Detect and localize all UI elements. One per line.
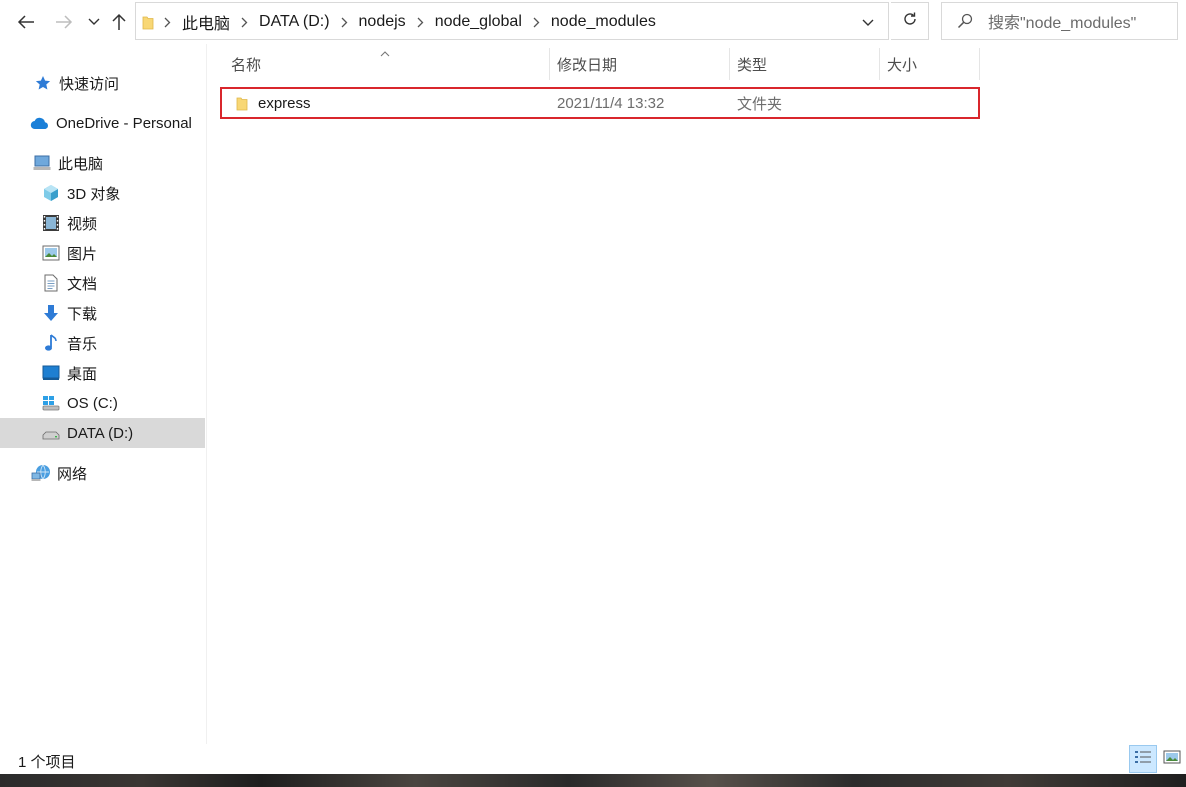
sidebar-item-label: 下载 <box>67 305 98 323</box>
chevron-right-icon[interactable] <box>529 17 544 28</box>
column-header-label: 类型 <box>737 56 768 74</box>
table-row[interactable]: express 2021/11/4 13:32 文件夹 <box>220 87 980 119</box>
sidebar-item-label: 文档 <box>67 275 98 293</box>
sidebar-item-label: 3D 对象 <box>67 185 121 203</box>
column-header-label: 大小 <box>887 56 918 74</box>
sidebar-item-quick-access[interactable]: 快速访问 <box>0 68 205 98</box>
forward-arrow-icon <box>55 14 73 30</box>
large-icons-view-icon <box>1163 749 1181 769</box>
navigation-pane: 快速访问 OneDrive - Personal 此电脑 3D 对象 视频 图片 <box>0 44 206 744</box>
breadcrumb-item[interactable]: node_modules <box>544 13 663 31</box>
sidebar-item-3d-objects[interactable]: 3D 对象 <box>0 178 205 208</box>
column-header-name[interactable]: 名称 <box>223 48 549 80</box>
computer-icon <box>32 153 52 173</box>
sidebar-item-documents[interactable]: 文档 <box>0 268 205 298</box>
pane-divider[interactable] <box>206 44 207 744</box>
column-header-type[interactable]: 类型 <box>729 48 879 80</box>
breadcrumb-item[interactable]: nodejs <box>352 13 413 31</box>
breadcrumb-item[interactable]: 此电脑 <box>175 10 237 34</box>
sidebar-item-label: 视频 <box>67 215 98 233</box>
sidebar-item-desktop[interactable]: 桌面 <box>0 358 205 388</box>
picture-icon <box>41 243 61 263</box>
music-note-icon <box>41 333 61 353</box>
drive-icon <box>41 423 61 443</box>
column-divider[interactable] <box>979 48 980 80</box>
back-arrow-icon <box>17 14 35 30</box>
star-icon <box>33 73 53 93</box>
back-button[interactable] <box>12 8 40 36</box>
chevron-down-icon <box>862 14 874 31</box>
sidebar-item-label: 桌面 <box>67 365 98 383</box>
chevron-right-icon[interactable] <box>237 17 252 28</box>
sidebar-item-downloads[interactable]: 下载 <box>0 298 205 328</box>
sidebar-item-data-d[interactable]: DATA (D:) <box>0 418 205 448</box>
large-icons-view-button[interactable] <box>1158 745 1186 773</box>
sidebar-item-music[interactable]: 音乐 <box>0 328 205 358</box>
document-icon <box>41 273 61 293</box>
status-item-count: 1 个项目 <box>18 754 76 771</box>
sidebar-item-label: OS (C:) <box>67 394 118 412</box>
download-arrow-icon <box>41 303 61 323</box>
network-icon <box>31 463 51 483</box>
windows-drive-icon <box>41 393 61 413</box>
sidebar-item-this-pc[interactable]: 此电脑 <box>0 148 205 178</box>
folder-icon <box>236 95 248 111</box>
recent-locations-button[interactable] <box>84 8 104 36</box>
file-type: 文件夹 <box>737 95 783 113</box>
navigation-bar: 此电脑 DATA (D:) nodejs node_global node_mo… <box>0 0 1186 44</box>
breadcrumb: 此电脑 DATA (D:) nodejs node_global node_mo… <box>160 3 663 41</box>
sidebar-item-onedrive[interactable]: OneDrive - Personal <box>0 108 205 138</box>
forward-button[interactable] <box>50 8 78 36</box>
search-icon <box>942 13 988 29</box>
film-icon <box>41 213 61 233</box>
breadcrumb-item[interactable]: node_global <box>428 13 529 31</box>
search-placeholder: 搜索"node_modules" <box>988 15 1137 32</box>
desktop-background-strip <box>0 774 1186 787</box>
chevron-right-icon[interactable] <box>413 17 428 28</box>
sidebar-item-label: 音乐 <box>67 335 98 353</box>
sidebar-item-pictures[interactable]: 图片 <box>0 238 205 268</box>
details-view-button[interactable] <box>1129 745 1157 773</box>
refresh-icon <box>902 11 918 31</box>
sidebar-item-label: 此电脑 <box>58 155 104 173</box>
sidebar-item-label: 快速访问 <box>59 75 120 93</box>
up-button[interactable] <box>108 8 130 36</box>
address-history-button[interactable] <box>852 4 884 40</box>
breadcrumb-item[interactable]: DATA (D:) <box>252 13 337 31</box>
file-date: 2021/11/4 13:32 <box>557 94 665 112</box>
column-header-date[interactable]: 修改日期 <box>549 48 729 80</box>
folder-icon <box>142 14 154 34</box>
address-bar[interactable]: 此电脑 DATA (D:) nodejs node_global node_mo… <box>135 2 889 40</box>
details-view-icon <box>1134 749 1152 769</box>
sidebar-item-network[interactable]: 网络 <box>0 458 205 488</box>
cube-icon <box>41 183 61 203</box>
refresh-button[interactable] <box>891 2 929 40</box>
chevron-down-icon <box>88 18 100 26</box>
sidebar-item-label: 网络 <box>57 465 88 483</box>
chevron-right-icon[interactable] <box>160 17 175 28</box>
desktop-icon <box>41 363 61 383</box>
column-header-label: 名称 <box>231 56 262 74</box>
chevron-right-icon[interactable] <box>337 17 352 28</box>
search-input[interactable]: 搜索"node_modules" <box>941 2 1178 40</box>
sidebar-item-videos[interactable]: 视频 <box>0 208 205 238</box>
file-name: express <box>258 94 311 112</box>
file-name-cell: express <box>236 89 311 117</box>
up-arrow-icon <box>112 13 126 31</box>
sidebar-item-label: OneDrive - Personal <box>56 114 192 132</box>
cloud-icon <box>30 113 50 133</box>
sidebar-item-os-c[interactable]: OS (C:) <box>0 388 205 418</box>
sidebar-item-label: 图片 <box>67 245 98 263</box>
column-header-label: 修改日期 <box>557 56 618 74</box>
sidebar-item-label: DATA (D:) <box>67 424 134 442</box>
column-header-size[interactable]: 大小 <box>879 48 979 80</box>
